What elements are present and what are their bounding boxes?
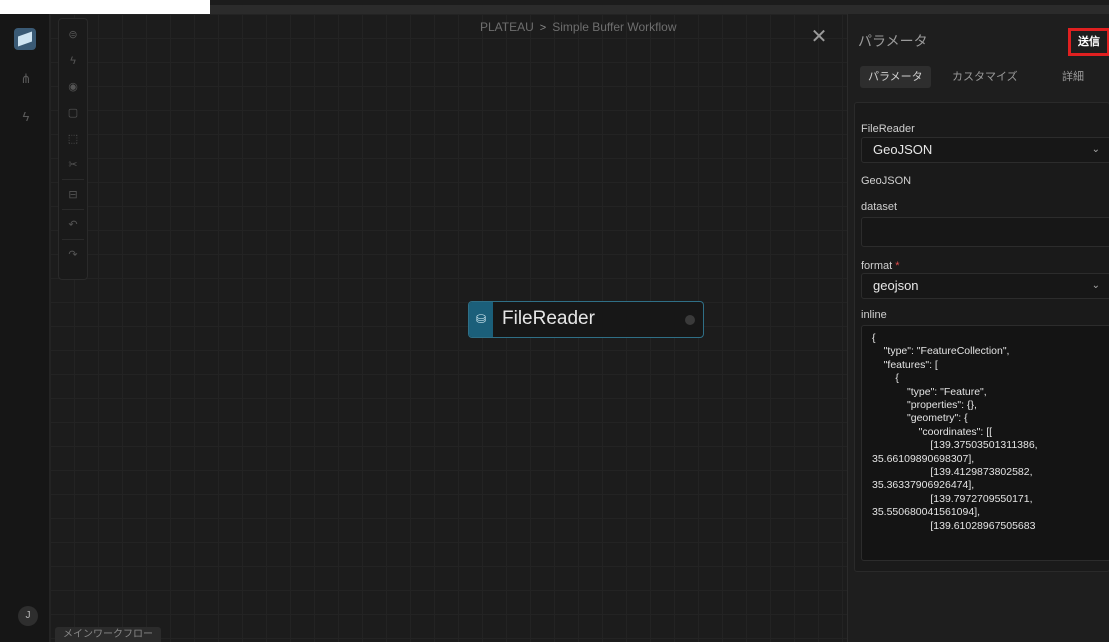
breadcrumb: PLATEAU > Simple Buffer Workflow bbox=[480, 20, 677, 34]
reader-node-icon[interactable]: ⊜ bbox=[65, 27, 81, 43]
canvas-toolbar: ⊜ ϟ ◉ ▢ ⬚ ✂ ⊟ ↶ ↷ bbox=[58, 18, 88, 280]
inline-label: inline bbox=[861, 309, 887, 321]
toolbar-divider bbox=[62, 209, 84, 210]
chevron-down-icon: ⌄ bbox=[1091, 280, 1100, 291]
tab-details[interactable]: 詳細 bbox=[1054, 66, 1092, 88]
format-heading: GeoJSON bbox=[861, 175, 912, 187]
toolbar-divider bbox=[62, 239, 84, 240]
inline-json-editor[interactable]: { "type": "FeatureCollection", "features… bbox=[861, 325, 1109, 561]
reader-select-value: GeoJSON bbox=[873, 142, 933, 157]
reader-label: FileReader bbox=[861, 123, 915, 135]
main-workflow-tab[interactable]: メインワークフロー bbox=[55, 627, 161, 642]
breadcrumb-workflow: Simple Buffer Workflow bbox=[552, 20, 677, 34]
writer-node-icon[interactable]: ◉ bbox=[65, 79, 81, 95]
layout-icon[interactable]: ⊟ bbox=[65, 187, 81, 203]
panel-tabs: パラメータ カスタマイズ 詳細 bbox=[860, 66, 1100, 88]
dataset-label: dataset bbox=[861, 201, 898, 213]
toolbar-divider bbox=[62, 179, 84, 180]
workflow-tree-icon[interactable]: ⋔ bbox=[17, 70, 35, 88]
panel-title: パラメータ bbox=[858, 33, 928, 49]
node-output-port[interactable] bbox=[685, 315, 695, 325]
workflow-canvas[interactable]: ⊜ ϟ ◉ ▢ ⬚ ✂ ⊟ ↶ ↷ PLATEAU > Simple Buffer … bbox=[50, 14, 847, 642]
node-title: FileReader bbox=[502, 308, 595, 329]
tab-parameters[interactable]: パラメータ bbox=[860, 66, 931, 88]
format-select-value: geojson bbox=[873, 278, 919, 293]
lightning-icon[interactable]: ϟ bbox=[17, 108, 35, 126]
top-bar-strip bbox=[210, 5, 1109, 14]
required-marker: * bbox=[895, 260, 900, 272]
top-blank-strip bbox=[0, 0, 210, 14]
reader-select[interactable]: GeoJSON ⌄ bbox=[861, 137, 1109, 163]
tab-customize[interactable]: カスタマイズ bbox=[944, 66, 1026, 88]
format-label: format * bbox=[861, 260, 900, 272]
filereader-node[interactable]: ⛁ FileReader bbox=[468, 301, 704, 338]
batch-icon[interactable]: ⬚ bbox=[65, 131, 81, 147]
breadcrumb-separator: > bbox=[539, 22, 547, 34]
dataset-field[interactable] bbox=[861, 217, 1109, 247]
format-label-text: format bbox=[861, 260, 893, 272]
redo-icon[interactable]: ↷ bbox=[65, 247, 81, 263]
parameter-form: FileReader GeoJSON ⌄ GeoJSON dataset for… bbox=[854, 102, 1109, 572]
avatar[interactable]: J bbox=[18, 606, 38, 626]
close-icon[interactable]: ✕ bbox=[810, 27, 828, 47]
app-logo-icon[interactable] bbox=[14, 28, 36, 50]
app-window: ⋔ ϟ J ⊜ ϟ ◉ ▢ ⬚ ✂ ⊟ ↶ ↷ PLATEAU > Simple B… bbox=[0, 0, 1109, 642]
note-icon[interactable]: ▢ bbox=[65, 105, 81, 121]
left-rail: ⋔ ϟ J bbox=[0, 14, 50, 642]
send-button[interactable]: 送信 bbox=[1068, 28, 1109, 56]
parameter-panel: パラメータ 送信 パラメータ カスタマイズ 詳細 FileReader GeoJ… bbox=[847, 14, 1109, 642]
undo-icon[interactable]: ↶ bbox=[65, 217, 81, 233]
breadcrumb-project[interactable]: PLATEAU bbox=[480, 20, 534, 34]
transformer-node-icon[interactable]: ϟ bbox=[65, 53, 81, 69]
database-icon: ⛁ bbox=[469, 302, 493, 337]
chevron-down-icon: ⌄ bbox=[1091, 144, 1100, 155]
cut-icon[interactable]: ✂ bbox=[65, 157, 81, 173]
format-select[interactable]: geojson ⌄ bbox=[861, 273, 1109, 299]
